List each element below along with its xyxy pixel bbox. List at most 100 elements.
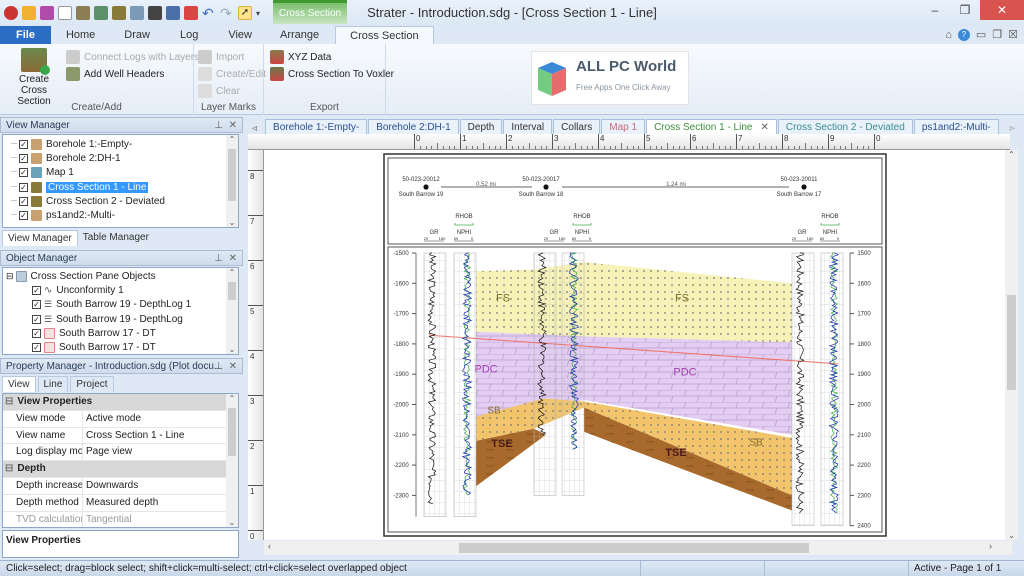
checkbox[interactable]: ✓ (32, 343, 41, 353)
import-marks-button[interactable]: Import (198, 50, 244, 64)
scroll-up-icon[interactable]: ⌃ (226, 135, 238, 144)
checkbox[interactable]: ✓ (32, 314, 41, 324)
checkbox[interactable]: ✓ (32, 328, 41, 338)
view-item-borehole-2[interactable]: ┄ ✓ Borehole 2:DH-1 (11, 151, 238, 165)
ruler-label: 7 (738, 134, 743, 143)
pin-icon[interactable]: ⊥ (214, 361, 223, 372)
checkbox[interactable]: ✓ (19, 168, 29, 178)
view-item-borehole-1[interactable]: ┄ ✓ Borehole 1:-Empty- (11, 137, 238, 151)
pin-icon[interactable]: ⊥ (214, 253, 223, 264)
canvas-horizontal-scrollbar[interactable]: ‹ › (264, 541, 1012, 555)
scroll-down-icon[interactable]: ⌄ (226, 218, 238, 227)
tab-view[interactable]: View (214, 26, 266, 44)
category-view-properties[interactable]: ⊟ View Properties (3, 394, 238, 411)
cross-section-to-voxler-button[interactable]: Cross Section To Voxler (270, 67, 394, 81)
doc-tab-active[interactable]: Cross Section 1 - Line ✕ (646, 119, 777, 134)
doc-tab[interactable]: Interval (503, 119, 553, 134)
ruler-label: 8 (784, 134, 789, 143)
tab-prop-project[interactable]: Project (70, 376, 114, 392)
tab-home[interactable]: Home (51, 26, 110, 44)
close-pane-icon[interactable]: ✕ (229, 253, 237, 264)
clear-marks-button[interactable]: Clear (198, 84, 240, 98)
close-tab-icon[interactable]: ✕ (760, 122, 768, 133)
tab-table-manager[interactable]: Table Manager (78, 230, 154, 246)
property-row[interactable]: View name Cross Section 1 - Line (3, 427, 238, 445)
mdi-close-icon[interactable]: ☒ (1008, 28, 1018, 41)
scroll-up-icon[interactable]: ⌃ (226, 268, 238, 277)
view-item-cross-section-2[interactable]: ┄ ✓ Cross Section 2 - Deviated (11, 194, 238, 208)
create-edit-marks-button[interactable]: Create/Edit (198, 67, 266, 81)
scroll-right-icon[interactable]: › (989, 541, 992, 551)
plot-canvas[interactable]: 0.52 mi 1.24 mi 50-023-20012 South Barrow 1… (264, 150, 1012, 540)
view-manager-scrollbar[interactable]: ⌃ ⌄ (226, 135, 238, 227)
checkbox[interactable]: ✓ (19, 182, 29, 192)
scroll-up-icon[interactable]: ⌃ (1005, 150, 1018, 159)
scroll-thumb[interactable] (1007, 295, 1016, 390)
property-row[interactable]: Log display modePage view (3, 444, 238, 462)
property-row[interactable]: Depth increases Downwards (3, 477, 238, 495)
scroll-up-icon[interactable]: ⌃ (226, 394, 238, 403)
object-item-depthlog[interactable]: ✓ ☰ South Barrow 19 - DepthLog (6, 312, 238, 326)
object-item-unconformity[interactable]: ✓ ∿ Unconformity 1 (6, 283, 238, 297)
close-pane-icon[interactable]: ✕ (229, 361, 237, 372)
checkbox[interactable]: ✓ (32, 300, 41, 310)
collapse-icon[interactable]: ⊟ (6, 271, 14, 282)
checkbox[interactable]: ✓ (19, 139, 29, 149)
tab-prop-line[interactable]: Line (37, 376, 69, 392)
doc-tab[interactable]: Cross Section 2 - Deviated (777, 119, 913, 134)
view-item-ps1and2[interactable]: ┄ ✓ ps1and2:-Multi- (11, 208, 238, 222)
object-item-dt-1[interactable]: ✓ South Barrow 17 - DT (6, 326, 238, 340)
view-item-map-1[interactable]: ┄ ✓ Map 1 (11, 166, 238, 180)
minimize-button[interactable]: – (920, 0, 950, 20)
tab-draw[interactable]: Draw (110, 26, 164, 44)
view-item-cross-section-1[interactable]: ┄ ✓ Cross Section 1 - Line (11, 180, 238, 194)
category-depth[interactable]: ⊟ Depth (3, 461, 238, 478)
scroll-down-icon[interactable]: ⌄ (226, 345, 238, 354)
collapse-ribbon-icon[interactable]: ⌂ (945, 29, 952, 41)
doc-tab[interactable]: Depth (459, 119, 503, 134)
tab-scroll-left-icon[interactable]: ◃ (244, 123, 265, 134)
restore-button[interactable]: ❐ (950, 0, 980, 20)
tab-view-manager[interactable]: View Manager (2, 230, 78, 246)
tab-file[interactable]: File (0, 26, 51, 44)
doc-tab[interactable]: Borehole 2:DH-1 (368, 119, 459, 134)
doc-tab[interactable]: Collars (553, 119, 601, 134)
checkbox[interactable]: ✓ (19, 211, 29, 221)
canvas-vertical-scrollbar[interactable]: ⌃ ⌄ (1005, 150, 1018, 540)
doc-tab[interactable]: Map 1 (601, 119, 646, 134)
xyz-data-button[interactable]: XYZ Data (270, 50, 331, 64)
tab-scroll-right-icon[interactable]: ▹ (1000, 123, 1024, 134)
property-row[interactable]: View mode Active mode (3, 410, 238, 428)
checkbox[interactable]: ✓ (19, 153, 29, 163)
scroll-down-icon[interactable]: ⌄ (226, 518, 238, 527)
doc-tab[interactable]: Borehole 1:-Empty- (265, 119, 368, 134)
scroll-down-icon[interactable]: ⌄ (1005, 531, 1018, 540)
create-cross-section-button[interactable]: Create Cross Section (6, 48, 62, 107)
tree-root[interactable]: ⊟ Cross Section Pane Objects (6, 269, 238, 283)
object-item-depthlog-1[interactable]: ✓ ☰ South Barrow 19 - DepthLog 1 (6, 298, 238, 312)
help-icon[interactable]: ? (957, 28, 970, 41)
tab-arrange[interactable]: Arrange (266, 26, 333, 44)
property-grid-scrollbar[interactable]: ⌃ ⌄ (226, 394, 238, 527)
close-pane-icon[interactable]: ✕ (229, 120, 237, 131)
object-item-dt-2[interactable]: ✓ South Barrow 17 - DT (6, 340, 238, 354)
checkbox[interactable]: ✓ (19, 196, 29, 206)
connect-logs-button[interactable]: Connect Logs with Layers (66, 50, 199, 64)
property-row[interactable]: TVD calculation ...Tangential (3, 511, 238, 527)
object-manager-scrollbar[interactable]: ⌃ ⌄ (226, 268, 238, 354)
depth-tick-label: 1600 (857, 281, 871, 287)
tab-cross-section[interactable]: Cross Section (335, 26, 434, 44)
close-button[interactable]: ✕ (980, 0, 1024, 20)
scroll-left-icon[interactable]: ‹ (268, 541, 271, 551)
tab-log[interactable]: Log (164, 26, 214, 44)
ruler-minor-tick (638, 146, 640, 149)
doc-tab[interactable]: ps1and2:-Multi- (913, 119, 999, 134)
tab-prop-view[interactable]: View (2, 376, 36, 392)
mdi-restore-icon[interactable]: ❐ (992, 28, 1002, 41)
add-well-headers-button[interactable]: Add Well Headers (66, 67, 164, 81)
mdi-minimize-icon[interactable]: ▭ (976, 28, 986, 41)
pin-icon[interactable]: ⊥ (214, 120, 223, 131)
scroll-thumb[interactable] (459, 543, 809, 553)
property-row[interactable]: Depth method Measured depth (3, 494, 238, 512)
checkbox[interactable]: ✓ (32, 285, 41, 295)
